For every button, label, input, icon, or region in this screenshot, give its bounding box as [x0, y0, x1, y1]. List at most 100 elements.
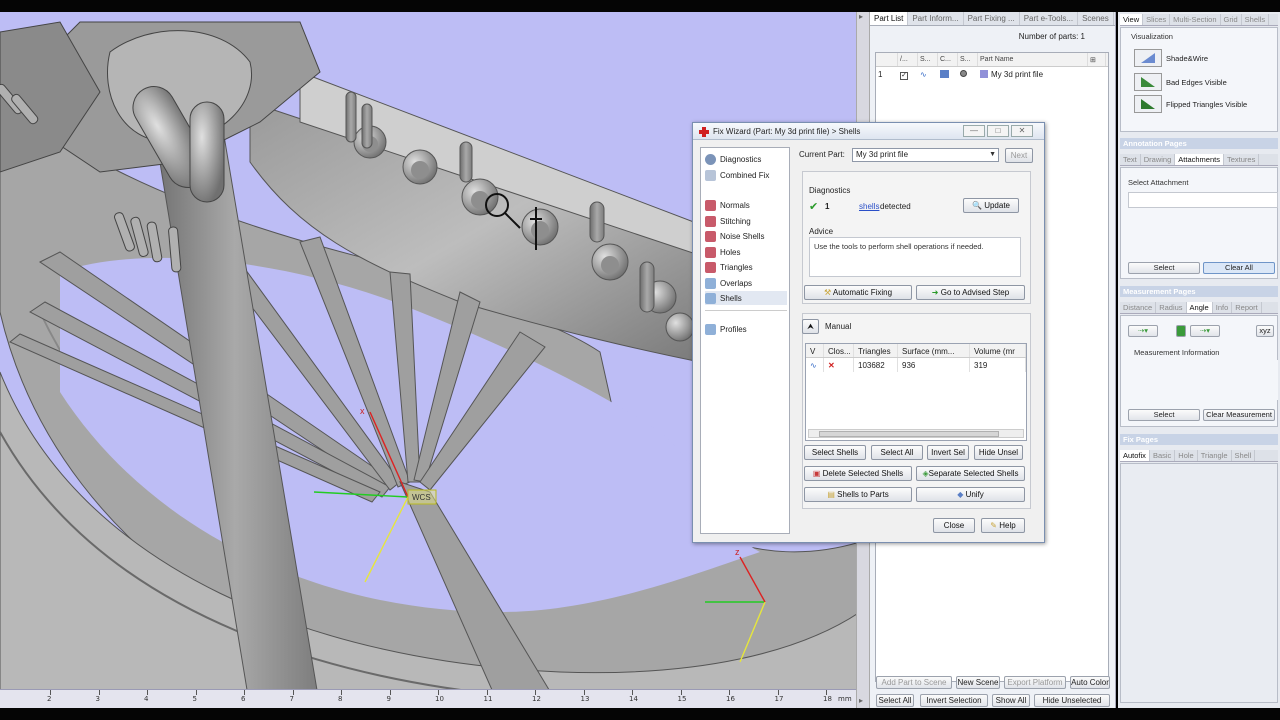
col-color[interactable]: C... — [938, 53, 958, 66]
shells-to-parts-button[interactable]: ▤ Shells to Parts — [804, 487, 912, 502]
tab-view[interactable]: View — [1120, 14, 1144, 25]
tab-angle[interactable]: Angle — [1186, 302, 1213, 313]
grid-scrollbar[interactable] — [808, 429, 1024, 438]
col-triangles[interactable]: Triangles — [854, 344, 898, 357]
clear-measurement-button[interactable]: Clear Measurement — [1203, 409, 1275, 421]
current-part-select[interactable]: My 3d print file ▼ — [852, 148, 999, 162]
shells-grid[interactable]: V Clos... Triangles Surface (mm... Volum… — [805, 343, 1027, 441]
part-row[interactable]: 1 ✓ ∿ My 3d print file — [876, 67, 1108, 81]
tab-part-etools[interactable]: Part e-Tools... — [1020, 12, 1079, 25]
col-volume[interactable]: Volume (mr — [970, 344, 1026, 357]
tab-multi-section[interactable]: Multi-Section — [1170, 14, 1221, 25]
scrollbar-thumb[interactable] — [819, 431, 999, 437]
clear-all-button[interactable]: Clear All — [1203, 262, 1275, 274]
automatic-fixing-button[interactable]: ⚒ Automatic Fixing — [804, 285, 912, 300]
viz-bad-edges[interactable]: Bad Edges Visible — [1134, 72, 1227, 92]
tab-scenes[interactable]: Scenes — [1078, 12, 1114, 25]
tab-autofix[interactable]: Autofix — [1120, 450, 1150, 461]
col-status[interactable]: S... — [958, 53, 978, 66]
step-normals[interactable]: Normals — [705, 198, 787, 212]
tab-part-list[interactable]: Part List — [870, 12, 909, 25]
maximize-button[interactable]: □ — [987, 125, 1009, 137]
tab-textures[interactable]: Textures — [1224, 154, 1260, 165]
shade-wire-icon[interactable] — [1134, 49, 1162, 67]
viz-flipped-triangles[interactable]: Flipped Triangles Visible — [1134, 94, 1247, 114]
col-visible[interactable]: /... — [898, 53, 918, 66]
tab-shell[interactable]: Shell — [1232, 450, 1256, 461]
next-button[interactable]: Next — [1005, 148, 1033, 163]
tab-shells[interactable]: Shells — [1242, 14, 1270, 25]
tab-radius[interactable]: Radius — [1156, 302, 1187, 313]
tab-info[interactable]: Info — [1213, 302, 1233, 313]
step-triangles[interactable]: Triangles — [705, 260, 787, 274]
wire-icon[interactable]: ∿ — [918, 67, 938, 81]
measure-select-button[interactable]: Select — [1128, 409, 1200, 421]
measurement-pages-header[interactable]: Measurement Pages — [1120, 286, 1278, 297]
select-shells-button[interactable]: Select Shells — [804, 445, 866, 460]
hide-unsel-button[interactable]: Hide Unsel — [974, 445, 1023, 460]
step-profiles[interactable]: Profiles — [705, 322, 787, 336]
hide-unselected-button[interactable]: Hide Unselected — [1034, 694, 1110, 707]
col-index[interactable] — [876, 53, 898, 66]
invert-sel-button[interactable]: Invert Sel — [927, 445, 969, 460]
show-all-button[interactable]: Show All — [992, 694, 1030, 707]
col-closed[interactable]: Clos... — [824, 344, 854, 357]
wizard-titlebar[interactable]: Fix Wizard (Part: My 3d print file) > Sh… — [693, 123, 1044, 140]
new-scene-button[interactable]: New Scene — [956, 676, 1000, 689]
tab-grid[interactable]: Grid — [1221, 14, 1242, 25]
attachment-select-button[interactable]: Select — [1128, 262, 1200, 274]
step-stitching[interactable]: Stitching — [705, 214, 787, 228]
step-overlaps[interactable]: Overlaps — [705, 276, 787, 290]
attachment-list[interactable] — [1128, 192, 1278, 208]
auto-color-button[interactable]: Auto Color — [1070, 676, 1110, 689]
invert-selection-button[interactable]: Invert Selection — [920, 694, 988, 707]
tab-triangle[interactable]: Triangle — [1198, 450, 1232, 461]
add-part-to-scene-button[interactable]: Add Part to Scene — [876, 676, 952, 689]
part-select-all-button[interactable]: Select All — [876, 694, 914, 707]
col-part-name[interactable]: Part Name — [978, 53, 1088, 66]
minimize-button[interactable]: — — [963, 125, 985, 137]
tab-attachments[interactable]: Attachments — [1175, 154, 1224, 165]
fix-pages-header[interactable]: Fix Pages — [1120, 434, 1278, 445]
bad-edges-icon[interactable] — [1134, 73, 1162, 91]
export-platform-button[interactable]: Export Platform — [1004, 676, 1066, 689]
update-button[interactable]: 🔍 Update — [963, 198, 1019, 213]
flipped-triangles-icon[interactable] — [1134, 95, 1162, 113]
annotation-pages-header[interactable]: Annotation Pages — [1120, 138, 1278, 149]
shell-visible-icon[interactable]: ∿ — [806, 358, 824, 372]
separate-selected-shells-button[interactable]: ◈Separate Selected Shells — [916, 466, 1025, 481]
checkbox-icon[interactable]: ✓ — [898, 67, 918, 81]
tab-text[interactable]: Text — [1120, 154, 1141, 165]
measure-mode-icon[interactable] — [1176, 325, 1186, 337]
delete-selected-shells-button[interactable]: ▣ Delete Selected Shells — [804, 466, 912, 481]
tab-part-fixing[interactable]: Part Fixing ... — [964, 12, 1020, 25]
go-to-advised-step-button[interactable]: ➜ Go to Advised Step — [916, 285, 1025, 300]
shade-icon[interactable] — [938, 67, 958, 81]
step-shells[interactable]: Shells — [705, 291, 787, 305]
viz-shade-wire[interactable]: Shade&Wire — [1134, 48, 1208, 68]
measure-xyz-icon[interactable]: xyz — [1256, 325, 1274, 337]
col-options[interactable]: ⊞ — [1088, 53, 1106, 66]
help-button[interactable]: ✎ Help — [981, 518, 1025, 533]
close-window-button[interactable]: ✕ — [1011, 125, 1033, 137]
col-surface[interactable]: Surface (mm... — [898, 344, 970, 357]
unify-button[interactable]: ◆ Unify — [916, 487, 1025, 502]
tab-hole[interactable]: Hole — [1175, 450, 1198, 461]
shell-row[interactable]: ∿ ✕ 103682 936 319 — [806, 358, 1026, 372]
tab-distance[interactable]: Distance — [1120, 302, 1157, 313]
step-combined-fix[interactable]: Combined Fix — [705, 168, 787, 182]
measure-point-icon[interactable]: ⇢▾ — [1128, 325, 1158, 337]
tab-part-information[interactable]: Part Inform... — [908, 12, 964, 25]
step-diagnostics[interactable]: Diagnostics — [705, 152, 787, 166]
tab-slices[interactable]: Slices — [1143, 14, 1171, 25]
col-v[interactable]: V — [806, 344, 824, 357]
close-button[interactable]: Close — [933, 518, 975, 533]
measure-target-icon[interactable]: ⇢▾ — [1190, 325, 1220, 337]
tab-basic[interactable]: Basic — [1150, 450, 1176, 461]
tab-drawing[interactable]: Drawing — [1141, 154, 1176, 165]
step-holes[interactable]: Holes — [705, 245, 787, 259]
wizard-select-all-button[interactable]: Select All — [871, 445, 923, 460]
tab-report[interactable]: Report — [1232, 302, 1262, 313]
shells-link[interactable]: shells — [859, 202, 879, 211]
step-noise-shells[interactable]: Noise Shells — [705, 229, 787, 243]
